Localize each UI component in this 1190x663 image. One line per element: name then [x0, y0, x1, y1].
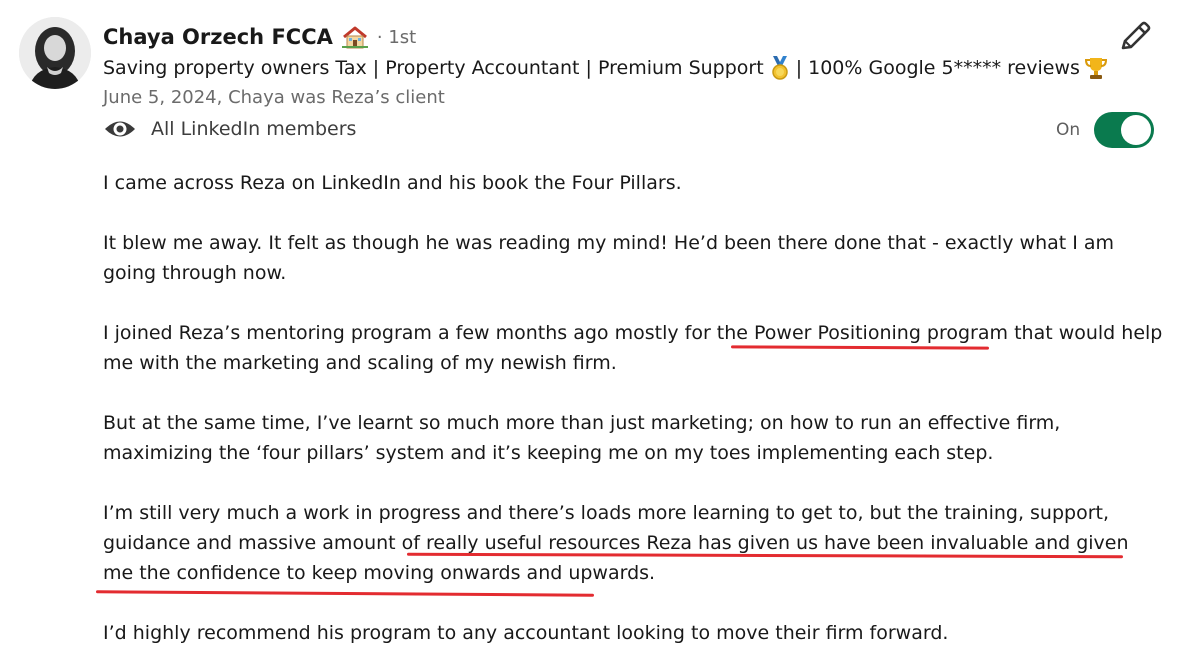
paragraph-4: But at the same time, I’ve learnt so muc…	[103, 412, 1061, 464]
paragraph-6: I’d highly recommend his program to any …	[103, 622, 949, 644]
toggle-knob	[1121, 115, 1152, 145]
avatar[interactable]	[19, 17, 91, 89]
visibility-label[interactable]: All LinkedIn members	[151, 118, 356, 140]
paragraph-3-text-a: I joined Reza’s mentoring program a few …	[103, 322, 755, 344]
visibility-toggle-group: On	[1056, 112, 1155, 148]
headline-text-2: | 100% Google 5***** reviews	[795, 57, 1080, 79]
visibility-setting: All LinkedIn members	[103, 117, 356, 141]
highlighted-power-positioning: Power Positioning program	[754, 322, 1009, 344]
recommendation-card: Chaya Orzech FCCA · 1st Saving property …	[0, 0, 1190, 663]
toggle-label: On	[1056, 120, 1081, 140]
paragraph-3: I joined Reza’s mentoring program a few …	[103, 318, 1163, 378]
paragraph-5: I’m still very much a work in progress a…	[103, 498, 1163, 588]
paragraph-2: It blew me away. It felt as though he wa…	[103, 232, 1115, 284]
medal-emoji-icon	[768, 55, 792, 81]
recommender-name[interactable]: Chaya Orzech FCCA	[103, 25, 333, 49]
recommendation-date: June 5, 2024, Chaya was Reza’s client	[103, 87, 445, 108]
house-emoji-icon	[341, 25, 369, 49]
edit-button[interactable]	[1116, 18, 1154, 56]
paragraph-1: I came across Reza on LinkedIn and his b…	[103, 172, 682, 194]
visibility-toggle[interactable]	[1094, 112, 1155, 148]
headline-text-1: Saving property owners Tax | Property Ac…	[103, 57, 764, 79]
trophy-emoji-icon	[1084, 55, 1108, 81]
connection-degree: · 1st	[376, 26, 417, 48]
eye-icon	[103, 117, 137, 141]
recommendation-text: I came across Reza on LinkedIn and his b…	[103, 168, 1163, 663]
pencil-icon	[1116, 21, 1154, 60]
name-row: Chaya Orzech FCCA · 1st	[103, 22, 416, 52]
recommender-headline: Saving property owners Tax | Property Ac…	[103, 55, 1112, 81]
